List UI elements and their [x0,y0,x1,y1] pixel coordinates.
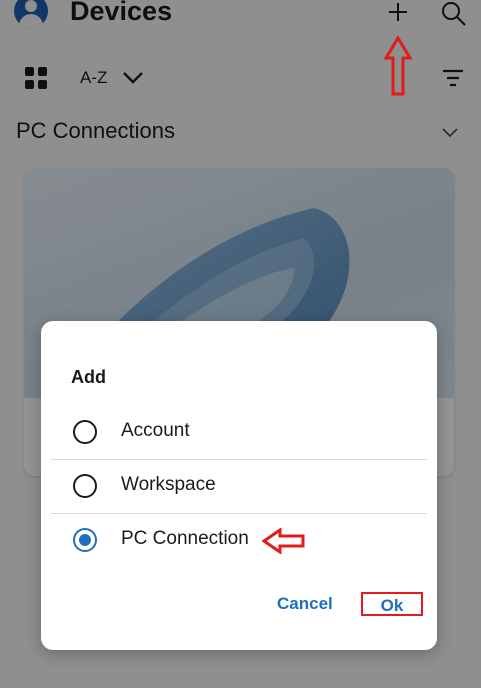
option-label: PC Connection [121,528,249,549]
option-pc-connection[interactable]: PC Connection [51,513,427,567]
radio-button-selected[interactable] [73,528,97,552]
radio-button[interactable] [73,474,97,498]
dialog-title: Add [71,367,106,387]
option-account[interactable]: Account [51,405,427,459]
ok-button[interactable]: Ok [361,592,423,616]
radio-button[interactable] [73,420,97,444]
option-label: Account [121,420,190,441]
annotation-arrow-left-icon [262,528,305,554]
add-dialog: Add Account Workspace PC Connection Canc… [41,321,437,650]
cancel-button[interactable]: Cancel [277,594,333,614]
annotation-arrow-up-icon [384,36,412,96]
option-label: Workspace [121,474,216,495]
option-workspace[interactable]: Workspace [51,459,427,513]
